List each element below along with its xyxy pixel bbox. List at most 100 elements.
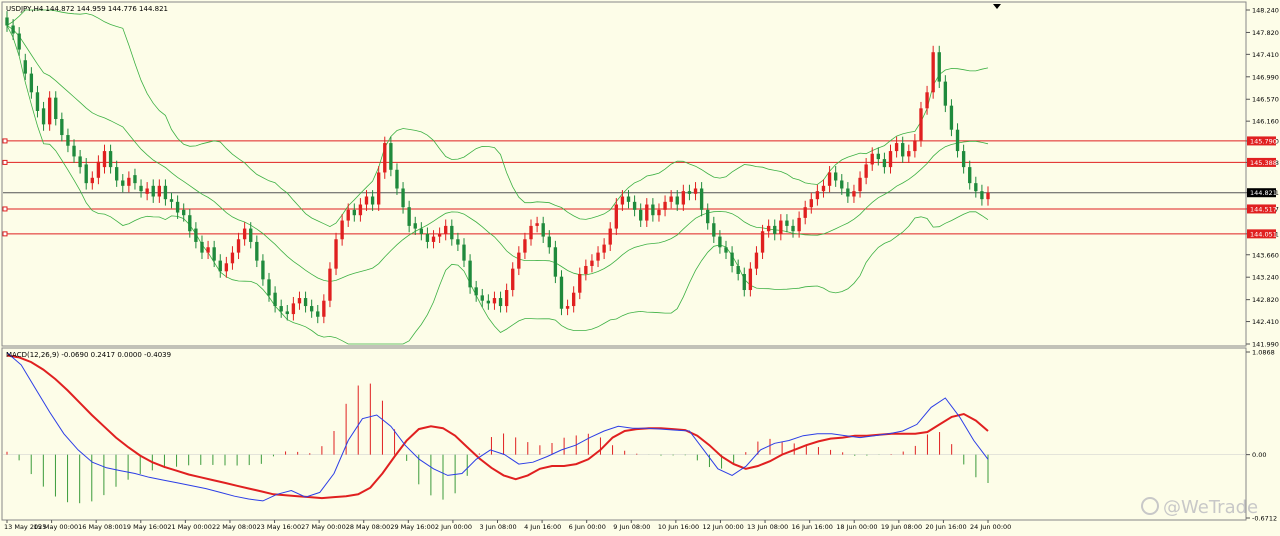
candle-body xyxy=(736,265,740,274)
time-tick-label: 22 May 08:00 xyxy=(212,523,257,531)
time-tick-label: 6 Jun 00:00 xyxy=(569,523,606,531)
candle-body xyxy=(206,247,210,253)
price-axis: 148.240 147.820 147.410 146.990 146.570 146.1… xyxy=(1246,7,1279,349)
time-tick-label: 12 Jun 00:00 xyxy=(702,523,743,531)
time-tick-label: 4 Jun 16:00 xyxy=(524,523,561,531)
candle-body xyxy=(41,108,46,125)
candle-body xyxy=(169,199,174,202)
candle-body xyxy=(407,207,411,226)
candle-body xyxy=(846,188,850,197)
candle-body xyxy=(791,225,795,232)
candle-body xyxy=(242,228,247,240)
candle-body xyxy=(425,233,430,242)
price-tick-label: 147.820 xyxy=(1252,29,1279,37)
candle-body xyxy=(980,191,984,200)
candle-body xyxy=(760,231,765,253)
candle-body xyxy=(492,298,497,304)
macd-title: MACD(12,26,9) -0.0690 0.2417 0.0000 -0.4… xyxy=(6,351,171,359)
candle-body xyxy=(437,233,442,237)
time-axis: 13 May 202515 May 00:00 16 May 08:00 19 Ma… xyxy=(4,520,1011,531)
time-tick-label: 18 Jun 00:00 xyxy=(836,523,877,531)
level-handle xyxy=(2,206,8,212)
candle-body xyxy=(35,92,40,112)
trading-chart: 148.240 147.820 147.410 146.990 146.570 146.1… xyxy=(1,1,1279,531)
candle-body xyxy=(303,298,308,307)
candle-body xyxy=(200,241,204,253)
candle-body xyxy=(285,311,289,315)
candle-body xyxy=(925,92,929,109)
price-tick-label: 141.990 xyxy=(1252,341,1279,349)
candle-body xyxy=(815,191,820,200)
time-tick-label: 20 Jun 16:00 xyxy=(925,523,966,531)
candle-body xyxy=(620,196,625,205)
candle-body xyxy=(413,223,417,229)
candle-body xyxy=(553,247,558,277)
candle-body xyxy=(901,143,905,157)
candle-body xyxy=(675,196,679,205)
candle-body xyxy=(809,199,813,208)
candle-body xyxy=(590,260,594,266)
price-tick-label: 143.660 xyxy=(1252,251,1279,259)
candle-body xyxy=(773,225,777,234)
candle-body xyxy=(102,151,107,168)
candle-body xyxy=(316,311,320,317)
price-tick-label: 148.240 xyxy=(1252,7,1279,15)
candle-body xyxy=(163,185,168,200)
candle-body xyxy=(419,228,424,234)
candle-body xyxy=(602,244,606,253)
time-tick-label: 9 Jun 08:00 xyxy=(613,523,650,531)
time-tick-label: 19 May 16:00 xyxy=(123,523,168,531)
level-tag-label: 144.051 xyxy=(1250,230,1277,238)
candle-body xyxy=(706,209,710,224)
candle-body xyxy=(943,81,948,106)
candle-body xyxy=(66,135,70,146)
candle-body xyxy=(108,151,113,168)
candle-body xyxy=(279,306,283,312)
candle-body xyxy=(444,225,448,234)
candle-body xyxy=(29,73,34,93)
candle-body xyxy=(559,276,564,309)
candle-body xyxy=(657,209,661,216)
candle-body xyxy=(724,247,728,253)
candle-body xyxy=(218,260,222,272)
candle-body xyxy=(578,273,582,293)
candle-body xyxy=(468,260,472,288)
time-tick-label: 21 May 00:00 xyxy=(167,523,212,531)
candle-body xyxy=(297,298,302,304)
candle-body xyxy=(96,161,101,178)
candle-body xyxy=(480,295,484,301)
candle-body xyxy=(968,167,972,184)
candle-body xyxy=(858,177,862,192)
candle-body xyxy=(182,209,186,216)
price-tick-label: 146.160 xyxy=(1252,118,1279,126)
candle-body xyxy=(852,191,856,197)
candle-body xyxy=(645,204,649,221)
candle-body xyxy=(249,228,253,242)
candle-body xyxy=(681,191,686,205)
candle-body xyxy=(255,241,259,261)
candle-body xyxy=(803,207,807,218)
level-tags: 145.790 145.388 144.517 144.051 144.821 xyxy=(1247,136,1277,239)
candle-body xyxy=(334,239,338,269)
candle-body xyxy=(639,209,643,221)
candle-body xyxy=(11,25,15,34)
candle-body xyxy=(188,215,192,232)
candle-body xyxy=(864,164,868,178)
level-tag-label: 145.388 xyxy=(1250,159,1277,167)
candle-body xyxy=(230,252,235,264)
candle-body xyxy=(840,180,844,189)
candle-body xyxy=(401,188,405,208)
candle-body xyxy=(693,188,698,194)
candle-body xyxy=(748,268,753,291)
time-tick-label: 13 Jun 08:00 xyxy=(747,523,788,531)
candle-body xyxy=(626,196,631,202)
candle-body xyxy=(377,172,381,205)
candle-body xyxy=(596,252,600,261)
candle-body xyxy=(833,172,838,181)
candle-body xyxy=(60,119,64,136)
candle-body xyxy=(571,292,576,307)
candle-body xyxy=(456,239,460,245)
candle-body xyxy=(72,145,76,157)
candle-body xyxy=(779,220,783,234)
candle-body xyxy=(127,177,131,186)
